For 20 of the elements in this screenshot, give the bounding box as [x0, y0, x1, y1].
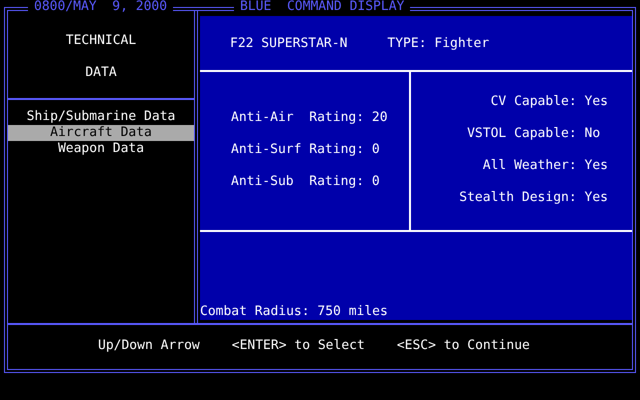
combat-radius: Combat Radius: 750 miles: [200, 304, 388, 319]
sidebar-heading: DATA: [85, 65, 117, 81]
aircraft-name: F22 SUPERSTAR-N: [230, 36, 348, 50]
menu-item[interactable]: Weapon Data: [8, 141, 194, 157]
key-hint: <ESC> to Continue: [396, 338, 530, 352]
sidebar-heading: TECHNICAL: [66, 33, 136, 49]
capability-text: Stealth Design: Yes: [459, 190, 608, 206]
rating-text: Anti-Surf Rating: 0: [231, 142, 381, 158]
rating-text: Anti-Air Rating: 20: [231, 110, 389, 126]
capability-text: VSTOL Capable: No: [467, 126, 602, 142]
capability-text: CV Capable: Yes: [490, 94, 608, 110]
aircraft-type: TYPE: Fighter: [387, 36, 490, 50]
rating-text: Anti-Sub Rating: 0: [231, 174, 381, 190]
menu-item[interactable]: Aircraft Data: [8, 125, 194, 141]
date-label: 0800/MAY 9, 2000: [28, 0, 174, 14]
menu-item[interactable]: Ship/Submarine Data: [8, 109, 194, 125]
capability-text: All Weather: Yes: [482, 158, 608, 174]
screen-title: BLUE COMMAND DISPLAY: [234, 0, 410, 14]
key-hint: Up/Down Arrow: [98, 338, 200, 352]
key-hint: <ENTER> to Select: [232, 338, 365, 352]
